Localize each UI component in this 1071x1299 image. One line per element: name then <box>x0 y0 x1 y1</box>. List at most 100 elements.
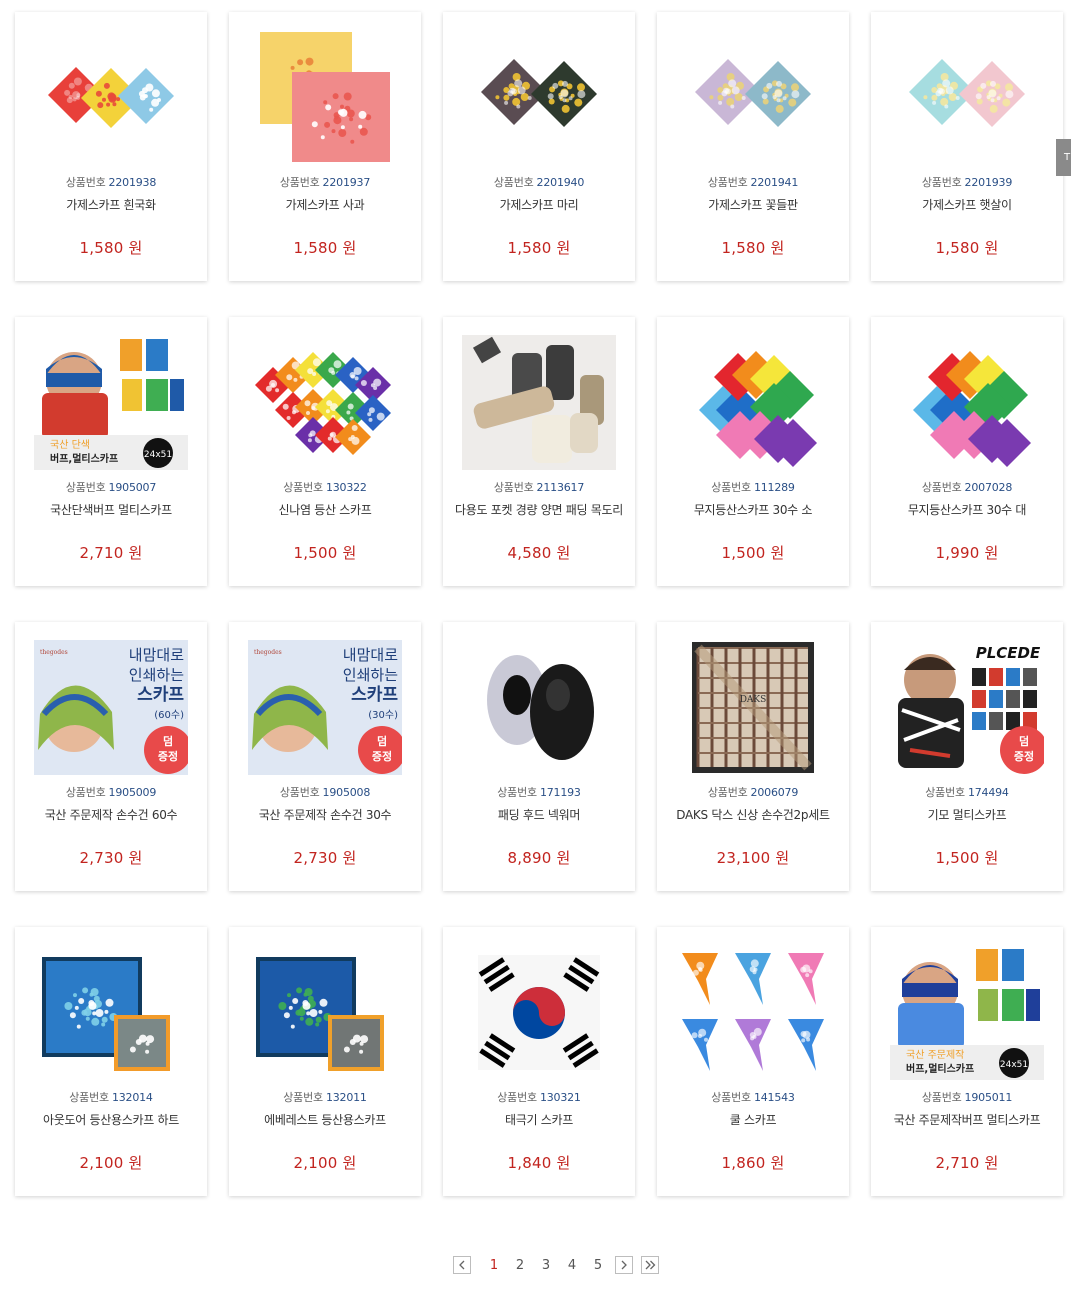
product-name[interactable]: 국산 주문제작 손수건 30수 <box>235 808 415 823</box>
product-image[interactable]: 국산 주문제작 버프,멀티스카프 24x51 <box>890 945 1044 1080</box>
product-name[interactable]: 아웃도어 등산용스카프 하트 <box>21 1113 201 1128</box>
double-chevron-right-icon <box>645 1260 655 1270</box>
product-image[interactable]: PLCEDE 덤 증정 <box>890 640 1044 775</box>
product-price: 1,580 원 <box>871 237 1063 258</box>
product-price-value: 2,100 <box>79 1154 124 1172</box>
prev-page-button[interactable] <box>453 1256 471 1274</box>
product-name[interactable]: 기모 멀티스카프 <box>877 808 1057 823</box>
product-price: 1,500 원 <box>657 542 849 563</box>
product-image[interactable]: DAKS <box>676 640 830 775</box>
product-name[interactable]: 가제스카프 흰국화 <box>21 198 201 213</box>
product-price-currency: 원 <box>770 544 785 562</box>
product-code: 상품번호 2201941 <box>657 174 849 190</box>
stamp-line2: 증정 <box>1014 749 1034 763</box>
product-card[interactable]: 상품번호 2201941 가제스카프 꽃들판 1,580 원 <box>657 12 849 281</box>
product-card[interactable]: 상품번호 171193 패딩 후드 넥워머 8,890 원 <box>443 622 635 891</box>
product-code-value: 132011 <box>325 1091 367 1104</box>
product-image[interactable] <box>248 30 402 165</box>
product-code-value: 2007028 <box>964 481 1013 494</box>
product-image[interactable] <box>676 335 830 470</box>
product-name[interactable]: 무지등산스카프 30수 소 <box>663 503 843 518</box>
product-card[interactable]: 상품번호 111289 무지등산스카프 30수 소 1,500 원 <box>657 317 849 586</box>
product-card[interactable]: 상품번호 2113617 다용도 포켓 경량 양면 패딩 목도리 4,580 원 <box>443 317 635 586</box>
product-price-value: 1,580 <box>935 239 980 257</box>
side-tab[interactable]: T <box>1056 139 1071 176</box>
product-code: 상품번호 2113617 <box>443 479 635 495</box>
product-image[interactable] <box>248 945 402 1080</box>
product-price-value: 23,100 <box>716 849 771 867</box>
product-card[interactable]: DAKS 상품번호 2006079 DAKS 닥스 신상 손수건2p세트 23,1… <box>657 622 849 891</box>
product-price-value: 4,580 <box>507 544 552 562</box>
product-price-currency: 원 <box>342 239 357 257</box>
page-number-1[interactable]: 1 <box>481 1258 507 1273</box>
product-name[interactable]: 패딩 후드 넥워머 <box>449 808 629 823</box>
product-image[interactable] <box>462 335 616 470</box>
product-image[interactable] <box>462 640 616 775</box>
product-image[interactable] <box>676 945 830 1080</box>
product-image[interactable]: 국산 단색 버프,멀티스카프 24x51 <box>34 335 188 470</box>
badge-size: 24x51 <box>1000 1060 1028 1070</box>
product-code-value: 2201940 <box>536 176 585 189</box>
product-card[interactable]: PLCEDE 덤 증정 상품번호 174494 기모 멀티스카프 1,500 원 <box>871 622 1063 891</box>
product-name[interactable]: 가제스카프 햇살이 <box>877 198 1057 213</box>
product-card[interactable]: 상품번호 130322 신나염 등산 스카프 1,500 원 <box>229 317 421 586</box>
promo-line1: 내맘대로 <box>343 646 398 664</box>
product-code: 상품번호 132014 <box>15 1089 207 1105</box>
product-card[interactable]: 국산 단색 버프,멀티스카프 24x51 상품번호 1905007 국산단색버프 멀티… <box>15 317 207 586</box>
page-number-2[interactable]: 2 <box>507 1258 533 1273</box>
next-page-button[interactable] <box>615 1256 633 1274</box>
product-name[interactable]: 태극기 스카프 <box>449 1113 629 1128</box>
product-image[interactable]: thegodes 내맘대로 인쇄하는 스카프 (30수) 덤 증정 <box>248 640 402 775</box>
product-card[interactable]: 상품번호 130321 태극기 스카프 1,840 원 <box>443 927 635 1196</box>
page-number-3[interactable]: 3 <box>533 1258 559 1273</box>
product-image[interactable] <box>462 30 616 165</box>
product-name[interactable]: 국산단색버프 멀티스카프 <box>21 503 201 518</box>
product-card[interactable]: 상품번호 141543 쿨 스카프 1,860 원 <box>657 927 849 1196</box>
product-name[interactable]: 쿨 스카프 <box>663 1113 843 1128</box>
product-name[interactable]: 가제스카프 꽃들판 <box>663 198 843 213</box>
product-name[interactable]: 무지등산스카프 30수 대 <box>877 503 1057 518</box>
product-code: 상품번호 1905009 <box>15 784 207 800</box>
promo-line3: 스카프 <box>137 685 184 705</box>
product-card[interactable]: 국산 주문제작 버프,멀티스카프 24x51 상품번호 1905011 국산 주문제작… <box>871 927 1063 1196</box>
product-card[interactable]: 상품번호 2201939 가제스카프 햇살이 1,580 원 <box>871 12 1063 281</box>
product-code: 상품번호 2201940 <box>443 174 635 190</box>
product-image[interactable]: thegodes 내맘대로 인쇄하는 스카프 (60수) 덤 증정 <box>34 640 188 775</box>
product-image[interactable] <box>34 30 188 165</box>
product-image[interactable] <box>890 335 1044 470</box>
product-name[interactable]: 가제스카프 마리 <box>449 198 629 213</box>
product-card[interactable]: 상품번호 2007028 무지등산스카프 30수 대 1,990 원 <box>871 317 1063 586</box>
product-code: 상품번호 2201939 <box>871 174 1063 190</box>
product-image[interactable] <box>34 945 188 1080</box>
product-name[interactable]: 가제스카프 사과 <box>235 198 415 213</box>
product-code-label: 상품번호 <box>707 176 748 189</box>
product-name[interactable]: 신나염 등산 스카프 <box>235 503 415 518</box>
badge-line2: 버프,멀티스카프 <box>50 452 118 465</box>
page-number-4[interactable]: 4 <box>559 1258 585 1273</box>
product-image[interactable] <box>248 335 402 470</box>
product-price-currency: 원 <box>984 849 999 867</box>
product-price-currency: 원 <box>128 239 143 257</box>
stamp-line1: 덤 <box>163 734 173 748</box>
product-card[interactable]: 상품번호 2201940 가제스카프 마리 1,580 원 <box>443 12 635 281</box>
product-name[interactable]: 국산 주문제작버프 멀티스카프 <box>877 1113 1057 1128</box>
product-name[interactable]: 국산 주문제작 손수건 60수 <box>21 808 201 823</box>
last-page-button[interactable] <box>641 1256 659 1274</box>
product-card[interactable]: 상품번호 2201937 가제스카프 사과 1,580 원 <box>229 12 421 281</box>
product-image[interactable] <box>676 30 830 165</box>
product-name[interactable]: DAKS 닥스 신상 손수건2p세트 <box>663 808 843 823</box>
product-price: 1,990 원 <box>871 542 1063 563</box>
page-number-5[interactable]: 5 <box>585 1258 611 1273</box>
product-image[interactable] <box>462 945 616 1080</box>
product-code-value: 2201941 <box>750 176 799 189</box>
product-card[interactable]: thegodes 내맘대로 인쇄하는 스카프 (60수) 덤 증정 상품번호 1905009 … <box>15 622 207 891</box>
product-price-value: 1,580 <box>721 239 766 257</box>
product-name[interactable]: 에베레스트 등산용스카프 <box>235 1113 415 1128</box>
product-price-currency: 원 <box>556 849 571 867</box>
product-card[interactable]: thegodes 내맘대로 인쇄하는 스카프 (30수) 덤 증정 상품번호 1905008 … <box>229 622 421 891</box>
product-card[interactable]: 상품번호 132014 아웃도어 등산용스카프 하트 2,100 원 <box>15 927 207 1196</box>
product-card[interactable]: 상품번호 132011 에베레스트 등산용스카프 2,100 원 <box>229 927 421 1196</box>
product-name[interactable]: 다용도 포켓 경량 양면 패딩 목도리 <box>449 503 629 518</box>
product-image[interactable] <box>890 30 1044 165</box>
product-card[interactable]: 상품번호 2201938 가제스카프 흰국화 1,580 원 <box>15 12 207 281</box>
